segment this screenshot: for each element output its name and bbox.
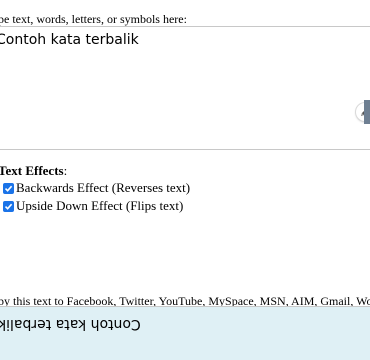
effects-heading-text: Text Effects bbox=[0, 163, 64, 178]
check-icon bbox=[4, 203, 13, 210]
effects-heading: Text Effects: bbox=[0, 163, 67, 179]
check-icon bbox=[4, 185, 13, 192]
upside-down-effect-option[interactable]: Upside Down Effect (Flips text) bbox=[3, 198, 183, 214]
output-text[interactable]: Contoh kata terbalik bbox=[0, 316, 141, 332]
backwards-effect-label: Backwards Effect (Reverses text) bbox=[16, 180, 191, 195]
backwards-effect-option[interactable]: Backwards Effect (Reverses text) bbox=[3, 180, 190, 196]
side-tab[interactable] bbox=[364, 100, 370, 124]
input-textarea[interactable]: Contoh kata terbalik bbox=[0, 26, 370, 150]
backwards-effect-checkbox[interactable] bbox=[3, 182, 14, 194]
output-textarea[interactable]: Contoh kata terbalik bbox=[0, 306, 370, 360]
input-text[interactable]: Contoh kata terbalik bbox=[0, 32, 139, 48]
upside-down-effect-checkbox[interactable] bbox=[3, 200, 14, 212]
upside-down-effect-label: Upside Down Effect (Flips text) bbox=[16, 198, 184, 213]
input-label: pe text, words, letters, or symbols here… bbox=[0, 12, 187, 26]
effects-heading-colon: : bbox=[63, 163, 68, 178]
upside-down-text-page: pe text, words, letters, or symbols here… bbox=[0, 0, 370, 360]
